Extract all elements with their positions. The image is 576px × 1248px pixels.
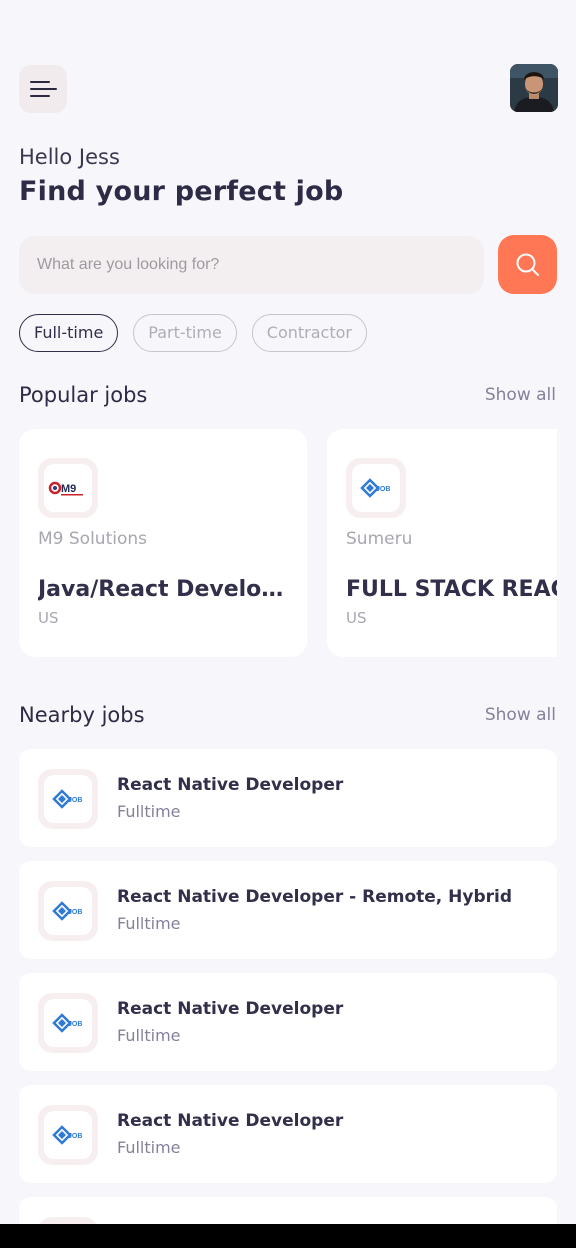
job-logo-icon: JOB bbox=[52, 1125, 82, 1145]
company-logo: JOB bbox=[38, 993, 98, 1053]
menu-button[interactable] bbox=[19, 65, 67, 113]
svg-text:JOB: JOB bbox=[376, 486, 390, 493]
menu-icon bbox=[30, 81, 50, 83]
job-search-home-screen: Hello Jess Find your perfect job Full-ti… bbox=[0, 0, 576, 1248]
search-icon bbox=[516, 253, 539, 276]
filter-chip-contractor[interactable]: Contractor bbox=[251, 314, 367, 352]
company-logo: JOB bbox=[38, 1105, 98, 1165]
popular-jobs-heading: Popular jobs bbox=[19, 383, 148, 407]
popular-job-card[interactable]: JOB Sumeru FULL STACK REACT US bbox=[327, 429, 557, 657]
job-type-filters: Full-time Part-time Contractor bbox=[19, 314, 367, 352]
filter-chip-part-time[interactable]: Part-time bbox=[133, 314, 237, 352]
job-type: Fulltime bbox=[117, 1026, 181, 1045]
job-title: React Native Developer bbox=[117, 999, 344, 1019]
job-title: React Native Developer bbox=[117, 1111, 344, 1131]
job-logo-icon: JOB bbox=[52, 901, 82, 921]
job-country: US bbox=[346, 609, 367, 627]
search-field bbox=[19, 236, 484, 294]
nearby-show-all-link[interactable]: Show all bbox=[485, 705, 556, 725]
svg-text:JOB: JOB bbox=[68, 1021, 82, 1028]
filter-chip-full-time[interactable]: Full-time bbox=[19, 314, 119, 352]
popular-show-all-link[interactable]: Show all bbox=[485, 385, 556, 405]
nearby-job-card[interactable]: JOB React Native Developer Fulltime bbox=[19, 1085, 557, 1183]
company-logo: JOB bbox=[38, 881, 98, 941]
svg-text:JOB: JOB bbox=[68, 797, 82, 804]
job-logo-icon: JOB bbox=[360, 478, 390, 498]
search-input[interactable] bbox=[19, 236, 484, 294]
svg-text:JOB: JOB bbox=[68, 1133, 82, 1140]
job-logo-icon: JOB bbox=[52, 1013, 82, 1033]
nearby-job-card[interactable]: JOB React Native Developer Fulltime bbox=[19, 973, 557, 1071]
popular-job-card[interactable]: M9 M9 Solutions Java/React Develop... US bbox=[19, 429, 307, 657]
svg-text:JOB: JOB bbox=[68, 909, 82, 916]
job-title: React Native Developer - Remote, Hybrid bbox=[117, 887, 513, 907]
company-logo: JOB bbox=[38, 769, 98, 829]
company-logo: JOB bbox=[346, 458, 406, 518]
job-type: Fulltime bbox=[117, 1138, 181, 1157]
page-title: Find your perfect job bbox=[19, 176, 344, 207]
search-button[interactable] bbox=[498, 235, 557, 294]
nearby-jobs-heading: Nearby jobs bbox=[19, 703, 145, 727]
nearby-jobs-list: JOB React Native Developer Fulltime JOB … bbox=[19, 749, 557, 1248]
greeting-text: Hello Jess bbox=[19, 145, 120, 169]
job-country: US bbox=[38, 609, 59, 627]
company-name: Sumeru bbox=[346, 529, 413, 549]
job-title: Java/React Develop... bbox=[38, 577, 288, 602]
avatar-photo bbox=[510, 64, 558, 112]
job-title: React Native Developer bbox=[117, 775, 344, 795]
nearby-job-card[interactable]: JOB React Native Developer - Remote, Hyb… bbox=[19, 861, 557, 959]
popular-jobs-carousel[interactable]: M9 M9 Solutions Java/React Develop... US… bbox=[19, 429, 557, 657]
system-navigation-bar bbox=[0, 1224, 576, 1248]
nearby-job-card[interactable]: JOB React Native Developer Fulltime bbox=[19, 749, 557, 847]
m9-logo-icon: M9 bbox=[48, 481, 83, 496]
header bbox=[19, 64, 558, 114]
job-title: FULL STACK REACT bbox=[346, 577, 557, 602]
svg-text:M9: M9 bbox=[61, 483, 76, 495]
avatar[interactable] bbox=[510, 64, 558, 112]
job-type: Fulltime bbox=[117, 914, 181, 933]
company-name: M9 Solutions bbox=[38, 529, 147, 549]
job-type: Fulltime bbox=[117, 802, 181, 821]
job-logo-icon: JOB bbox=[52, 789, 82, 809]
company-logo: M9 bbox=[38, 458, 98, 518]
